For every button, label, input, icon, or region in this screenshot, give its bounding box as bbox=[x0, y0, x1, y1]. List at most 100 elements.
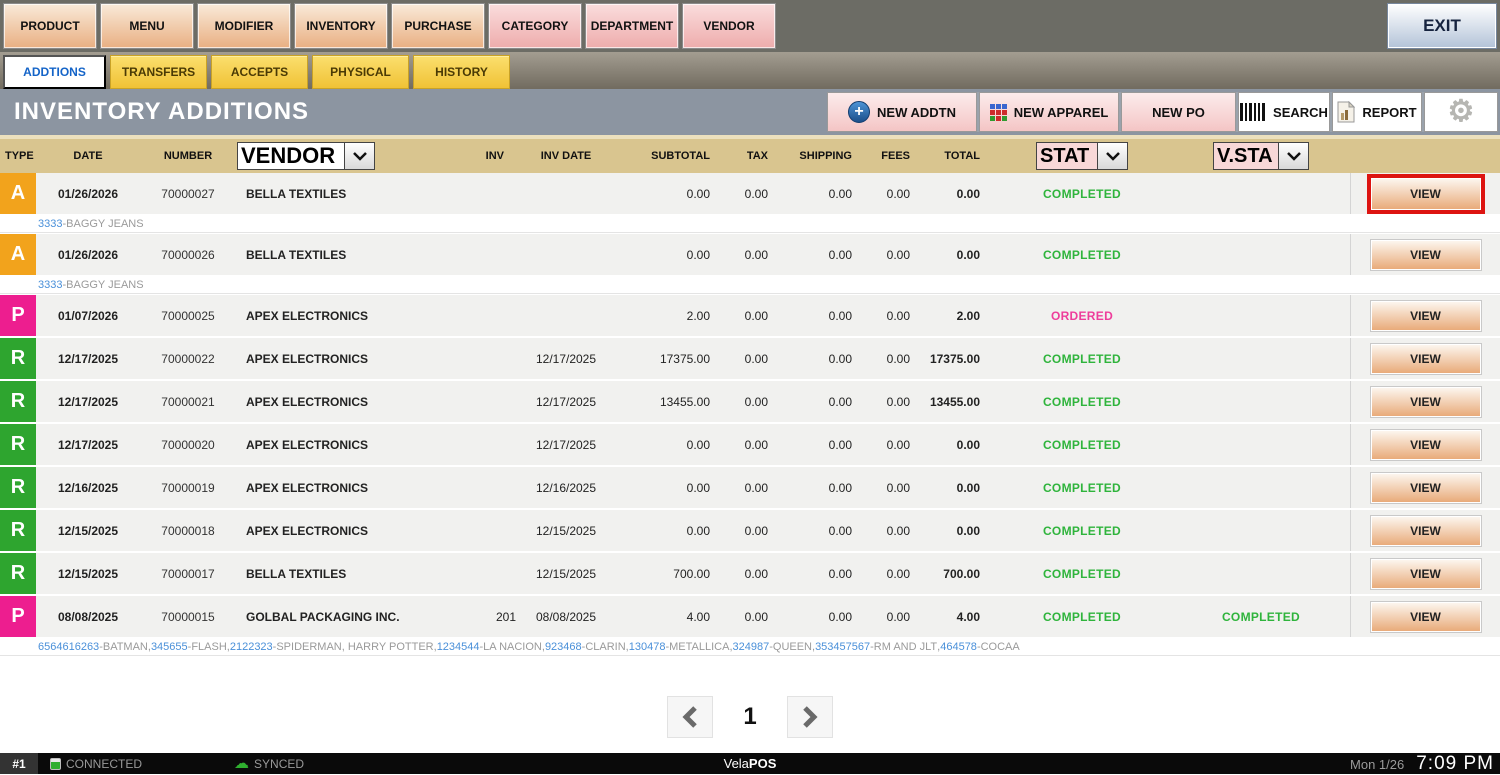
new-apparel-button[interactable]: NEW APPAREL bbox=[979, 92, 1119, 132]
col-fees: FEES bbox=[864, 150, 922, 162]
row-subtotal: 700.00 bbox=[616, 567, 722, 581]
type-badge: P bbox=[0, 596, 36, 637]
tab-accepts[interactable]: ACCEPTS bbox=[211, 55, 308, 89]
row-inv-date: 12/15/2025 bbox=[516, 567, 616, 581]
row-status: COMPLETED bbox=[992, 352, 1172, 366]
row-total: 0.00 bbox=[922, 524, 992, 538]
nav-product-button[interactable]: PRODUCT bbox=[3, 3, 97, 49]
row-total: 0.00 bbox=[922, 187, 992, 201]
plus-circle-icon bbox=[848, 101, 870, 123]
row-date: 12/17/2025 bbox=[36, 438, 140, 452]
velapos-screen: PRODUCTMENUMODIFIERINVENTORYPURCHASECATE… bbox=[0, 0, 1500, 774]
top-nav: PRODUCTMENUMODIFIERINVENTORYPURCHASECATE… bbox=[0, 0, 1500, 52]
row-status: ORDERED bbox=[992, 309, 1172, 323]
row-inv-date: 12/15/2025 bbox=[516, 524, 616, 538]
nav-vendor-button[interactable]: VENDOR bbox=[682, 3, 776, 49]
row-status: COMPLETED bbox=[992, 524, 1172, 538]
gear-icon bbox=[1448, 97, 1475, 127]
view-button[interactable]: VIEW bbox=[1370, 558, 1482, 590]
vendor-filter-dropdown[interactable]: VENDOR bbox=[237, 142, 375, 170]
row-date: 12/15/2025 bbox=[36, 524, 140, 538]
row-vendor: APEX ELECTRONICS bbox=[236, 524, 466, 538]
row-items-note: 3333-BAGGY JEANS bbox=[0, 216, 1500, 233]
type-badge: R bbox=[0, 381, 36, 422]
row-vendor: GOLBAL PACKAGING INC. bbox=[236, 610, 466, 624]
row-fees: 0.00 bbox=[864, 352, 922, 366]
search-button[interactable]: SEARCH bbox=[1238, 92, 1330, 132]
type-badge: P bbox=[0, 295, 36, 336]
report-button[interactable]: REPORT bbox=[1332, 92, 1422, 132]
tab-physical[interactable]: PHYSICAL bbox=[312, 55, 409, 89]
item-code: 6564616263 bbox=[38, 641, 99, 653]
table-row: P 08/08/2025 70000015 GOLBAL PACKAGING I… bbox=[0, 596, 1500, 637]
nav-category-button[interactable]: CATEGORY bbox=[488, 3, 582, 49]
item-code: 324987 bbox=[733, 641, 770, 653]
status-filter-label: STAT bbox=[1037, 143, 1097, 169]
row-subtotal: 13455.00 bbox=[616, 395, 722, 409]
item-name: -FLASH bbox=[188, 641, 227, 653]
view-button[interactable]: VIEW bbox=[1370, 429, 1482, 461]
row-number: 70000020 bbox=[140, 438, 236, 452]
row-vendor: APEX ELECTRONICS bbox=[236, 309, 466, 323]
view-button[interactable]: VIEW bbox=[1370, 300, 1482, 332]
view-button[interactable]: VIEW bbox=[1367, 174, 1485, 214]
table-row: R 12/17/2025 70000022 APEX ELECTRONICS 1… bbox=[0, 338, 1500, 379]
row-fees: 0.00 bbox=[864, 309, 922, 323]
col-inv-date: INV DATE bbox=[516, 150, 616, 162]
tab-addtions[interactable]: ADDTIONS bbox=[3, 55, 106, 89]
item-name: -QUEEN bbox=[769, 641, 812, 653]
row-fees: 0.00 bbox=[864, 481, 922, 495]
view-button[interactable]: VIEW bbox=[1370, 343, 1482, 375]
row-number: 70000026 bbox=[140, 248, 236, 262]
view-button[interactable]: VIEW bbox=[1370, 386, 1482, 418]
view-button[interactable]: VIEW bbox=[1370, 515, 1482, 547]
type-badge: A bbox=[0, 173, 36, 214]
type-badge: A bbox=[0, 234, 36, 275]
row-fees: 0.00 bbox=[864, 438, 922, 452]
item-code: 130478 bbox=[629, 641, 666, 653]
title-bar: INVENTORY ADDITIONS NEW ADDTN NEW APPARE… bbox=[0, 89, 1500, 135]
nav-menu-button[interactable]: MENU bbox=[100, 3, 194, 49]
settings-button[interactable] bbox=[1424, 92, 1498, 132]
type-badge: R bbox=[0, 553, 36, 594]
page-number: 1 bbox=[743, 703, 756, 731]
status-filter-dropdown[interactable]: STAT bbox=[1036, 142, 1128, 170]
table-row: R 12/17/2025 70000021 APEX ELECTRONICS 1… bbox=[0, 381, 1500, 422]
view-button[interactable]: VIEW bbox=[1370, 239, 1482, 271]
prev-page-button[interactable] bbox=[667, 696, 713, 738]
row-tax: 0.00 bbox=[722, 524, 780, 538]
row-tax: 0.00 bbox=[722, 481, 780, 495]
row-total: 0.00 bbox=[922, 481, 992, 495]
item-name: -BAGGY JEANS bbox=[62, 279, 143, 291]
row-tax: 0.00 bbox=[722, 187, 780, 201]
row-tax: 0.00 bbox=[722, 610, 780, 624]
top-nav-items: PRODUCTMENUMODIFIERINVENTORYPURCHASECATE… bbox=[3, 3, 776, 49]
item-code: 464578 bbox=[940, 641, 977, 653]
type-badge: R bbox=[0, 424, 36, 465]
nav-inventory-button[interactable]: INVENTORY bbox=[294, 3, 388, 49]
row-inv-date: 12/17/2025 bbox=[516, 352, 616, 366]
apparel-grid-icon bbox=[990, 104, 1007, 121]
item-name: -BAGGY JEANS bbox=[62, 218, 143, 230]
view-button[interactable]: VIEW bbox=[1370, 472, 1482, 504]
exit-button[interactable]: EXIT bbox=[1387, 3, 1497, 49]
item-code: 923468 bbox=[545, 641, 582, 653]
nav-modifier-button[interactable]: MODIFIER bbox=[197, 3, 291, 49]
vendor-status-filter-dropdown[interactable]: V.STA bbox=[1213, 142, 1309, 170]
row-status: COMPLETED bbox=[992, 610, 1172, 624]
nav-department-button[interactable]: DEPARTMENT bbox=[585, 3, 679, 49]
nav-purchase-button[interactable]: PURCHASE bbox=[391, 3, 485, 49]
row-shipping: 0.00 bbox=[780, 248, 864, 262]
new-addtn-button[interactable]: NEW ADDTN bbox=[827, 92, 977, 132]
col-inv: INV bbox=[466, 150, 516, 162]
tab-transfers[interactable]: TRANSFERS bbox=[110, 55, 207, 89]
tab-history[interactable]: HISTORY bbox=[413, 55, 510, 89]
next-page-button[interactable] bbox=[787, 696, 833, 738]
report-document-icon bbox=[1337, 101, 1355, 123]
view-button[interactable]: VIEW bbox=[1370, 601, 1482, 633]
row-vendor-status: COMPLETED bbox=[1172, 610, 1350, 624]
cloud-icon bbox=[234, 756, 249, 771]
new-po-button[interactable]: NEW PO bbox=[1121, 92, 1236, 132]
col-date: DATE bbox=[36, 150, 140, 162]
row-total: 0.00 bbox=[922, 438, 992, 452]
